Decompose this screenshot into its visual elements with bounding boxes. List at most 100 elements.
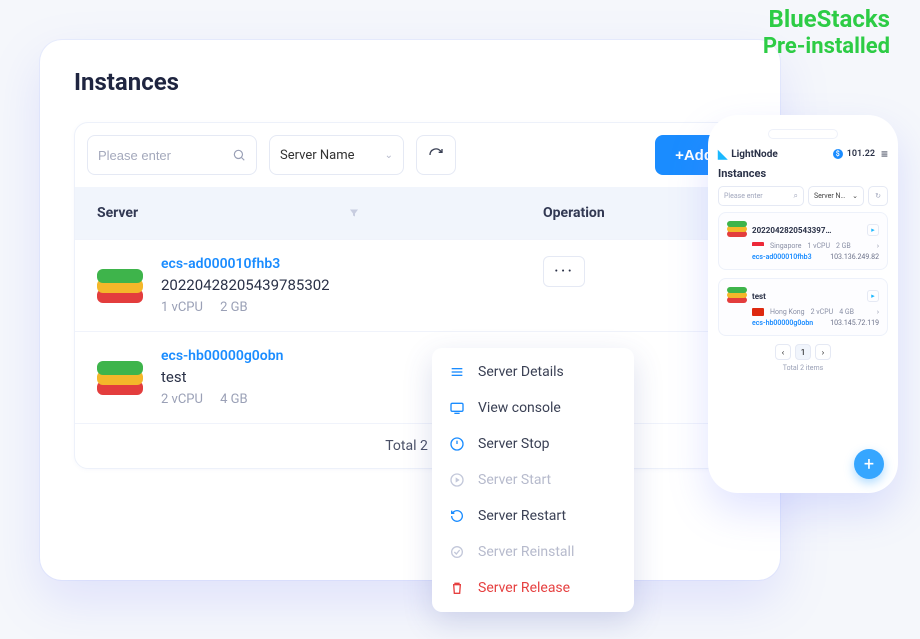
page-title: Instances [74, 68, 746, 96]
table-row: ecs-ad000010fhb3 20220428205439785302 1 … [75, 239, 745, 331]
filter-select[interactable]: Server Name ⌄ [269, 135, 404, 175]
desktop-panel: Instances Server Name ⌄ +Add Server [40, 40, 780, 580]
menu-item-label: Server Details [478, 364, 564, 380]
balance-value: 101.22 [847, 149, 875, 159]
search-input[interactable] [98, 148, 208, 163]
row-actions-button[interactable]: ··· [543, 256, 585, 287]
brand-name: LightNode [731, 149, 777, 160]
menu-server-reinstall: Server Reinstall [432, 534, 634, 570]
brand-icon: ◣ [718, 147, 727, 161]
phone-card-name: test [752, 292, 862, 301]
menu-item-label: Server Reinstall [478, 544, 574, 560]
phone-total-text: Total 2 items [718, 364, 888, 372]
dollar-icon: $ [833, 149, 843, 159]
bluestacks-icon [97, 355, 143, 401]
chevron-down-icon: ⌄ [852, 192, 858, 200]
flag-icon [752, 308, 764, 316]
balance[interactable]: $ 101.22 [833, 149, 875, 159]
spec-ram: 4 GB [220, 392, 248, 407]
th-server: Server [97, 205, 138, 221]
release-icon [448, 579, 466, 597]
refresh-button[interactable] [416, 135, 456, 175]
chevron-right-icon: › [877, 308, 879, 316]
pager-page-1[interactable]: 1 [795, 344, 811, 360]
console-icon [448, 399, 466, 417]
phone-pager: ‹ 1 › [718, 344, 888, 360]
instances-card: Server Name ⌄ +Add Server Operation [74, 122, 746, 469]
phone-instance-card[interactable]: 2022042820543397… ▸ Singapore 1 vCPU 2 G… [718, 212, 888, 270]
th-operation: Operation [543, 205, 605, 221]
menu-item-label: Server Release [478, 580, 570, 596]
server-link[interactable]: ecs-ad000010fhb3 [161, 256, 330, 272]
phone-search-input[interactable]: Please enter ⌕ [718, 186, 804, 206]
menu-server-release[interactable]: Server Release [432, 570, 634, 606]
phone-card-ip: 103.145.72.119 [830, 319, 879, 327]
promo-line2: Pre-installed [763, 34, 890, 60]
spec-cpu: 1 vCPU [161, 300, 203, 315]
total-text: Total 2 i [385, 438, 434, 454]
server-spec: 2 vCPU 4 GB [161, 392, 283, 407]
bluestacks-icon [97, 263, 143, 309]
phone-card-ecs[interactable]: ecs-ad000010fhb3 [752, 253, 812, 261]
play-icon[interactable]: ▸ [867, 290, 879, 302]
menu-view-console[interactable]: View console [432, 390, 634, 426]
chevron-down-icon: ⌄ [385, 150, 393, 161]
menu-server-restart[interactable]: Server Restart [432, 498, 634, 534]
server-subtitle: 20220428205439785302 [161, 276, 330, 294]
menu-item-label: View console [478, 400, 561, 416]
pager-prev[interactable]: ‹ [775, 344, 791, 360]
promo-line1: BlueStacks [763, 5, 890, 34]
flag-icon [752, 242, 764, 250]
search-input-wrap[interactable] [87, 135, 257, 175]
phone-search-placeholder: Please enter [724, 192, 763, 200]
phone-card-ecs[interactable]: ecs-hb00000g0obn [752, 319, 813, 327]
phone-card-ip: 103.136.249.82 [830, 253, 879, 261]
phone-header: ◣ LightNode $ 101.22 ≡ [718, 147, 888, 161]
phone-notch [768, 129, 838, 139]
menu-server-stop[interactable]: Server Stop [432, 426, 634, 462]
menu-server-details[interactable]: Server Details [432, 354, 634, 390]
filter-icon[interactable] [348, 207, 360, 219]
menu-icon[interactable]: ≡ [881, 147, 888, 161]
server-spec: 1 vCPU 2 GB [161, 300, 330, 315]
chevron-right-icon: › [877, 242, 879, 250]
table-footer: Total 2 i [75, 423, 745, 468]
phone-select-label: Server N… [814, 192, 845, 200]
phone-card-cpu: 2 vCPU [811, 308, 834, 316]
row-actions-menu: Server Details View console Server Stop … [432, 348, 634, 612]
phone-filter-select[interactable]: Server N… ⌄ [808, 186, 864, 206]
spec-cpu: 2 vCPU [161, 392, 203, 407]
start-icon [448, 471, 466, 489]
menu-item-label: Server Stop [478, 436, 550, 452]
menu-item-label: Server Start [478, 472, 551, 488]
search-icon [232, 148, 246, 162]
phone-refresh-button[interactable]: ↻ [868, 186, 888, 206]
pager-next[interactable]: › [815, 344, 831, 360]
restart-icon [448, 507, 466, 525]
phone-filter-row: Please enter ⌕ Server N… ⌄ ↻ [718, 186, 888, 206]
menu-server-start: Server Start [432, 462, 634, 498]
bluestacks-icon [727, 287, 747, 305]
search-icon: ⌕ [794, 191, 798, 201]
phone-page-title: Instances [718, 167, 888, 180]
server-subtitle: test [161, 368, 283, 386]
details-icon [448, 363, 466, 381]
phone-card-ram: 4 GB [839, 308, 854, 316]
play-icon[interactable]: ▸ [867, 224, 879, 236]
phone-instance-card[interactable]: test ▸ Hong Kong 2 vCPU 4 GB › ecs-hb000… [718, 278, 888, 336]
phone-card-ram: 2 GB [836, 242, 851, 250]
phone-add-button[interactable]: + [854, 449, 884, 479]
spec-ram: 2 GB [220, 300, 248, 315]
table-row: ecs-hb00000g0obn test 2 vCPU 4 GB [75, 331, 745, 423]
filter-select-label: Server Name [280, 148, 355, 163]
phone-card-cpu: 1 vCPU [807, 242, 830, 250]
phone-card-name: 2022042820543397… [752, 226, 862, 235]
phone-card-region: Singapore [770, 242, 801, 250]
promo-corner: BlueStacks Pre-installed [763, 5, 890, 60]
filter-row: Server Name ⌄ +Add [75, 123, 745, 187]
phone-card-region: Hong Kong [770, 308, 805, 316]
server-link[interactable]: ecs-hb00000g0obn [161, 348, 283, 364]
table-header: Server Operation [75, 187, 745, 239]
stop-icon [448, 435, 466, 453]
bluestacks-icon [727, 221, 747, 239]
